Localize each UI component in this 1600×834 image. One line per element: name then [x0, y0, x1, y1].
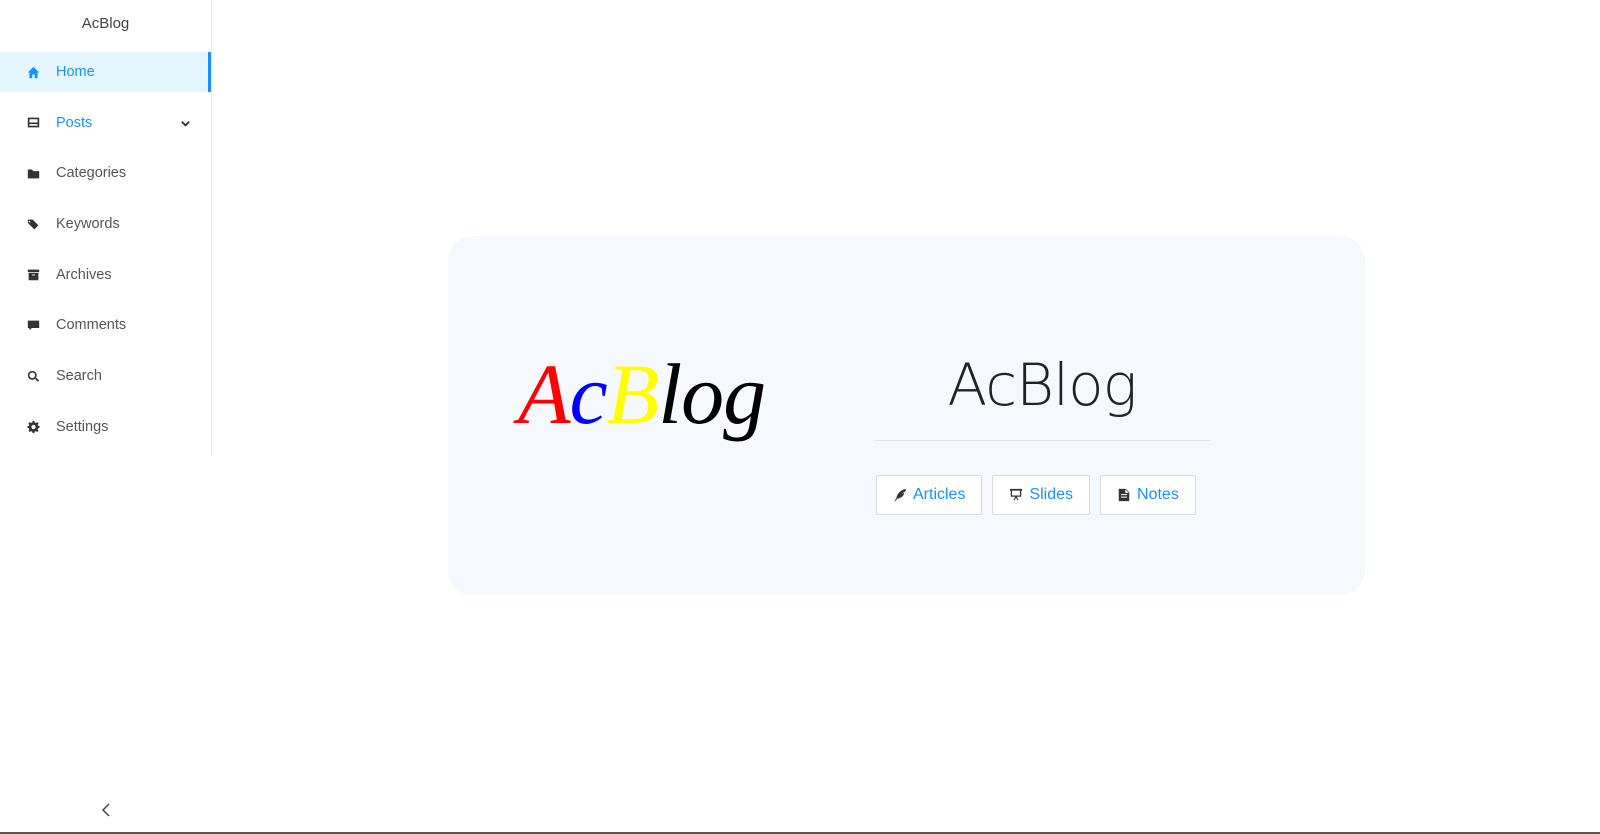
notes-button[interactable]: Notes	[1100, 475, 1196, 515]
sidebar: AcBlog Home Posts Categories Keywords Ar…	[0, 0, 212, 456]
sidebar-item-label: Home	[56, 64, 95, 80]
logo-letter-b: B	[606, 346, 660, 442]
app-root: AcBlog Home Posts Categories Keywords Ar…	[0, 0, 1600, 834]
sidebar-item-settings[interactable]: Settings	[0, 407, 211, 447]
hero-title: AcBlog	[947, 350, 1138, 419]
slides-button[interactable]: Slides	[992, 475, 1091, 515]
sidebar-brand[interactable]: AcBlog	[0, 0, 211, 52]
sidebar-item-keywords[interactable]: Keywords	[0, 204, 211, 244]
sidebar-item-label: Keywords	[56, 216, 120, 233]
feather-icon	[893, 488, 907, 502]
sidebar-item-home[interactable]: Home	[0, 52, 211, 92]
tags-icon	[26, 217, 40, 231]
sidebar-item-comments[interactable]: Comments	[0, 305, 211, 345]
sidebar-item-posts[interactable]: Posts	[0, 103, 211, 143]
sidebar-item-label: Comments	[56, 317, 127, 334]
sidebar-item-label: Settings	[56, 418, 109, 435]
chevron-left-icon	[101, 803, 110, 817]
notes-button-label: Notes	[1137, 486, 1179, 503]
sidebar-item-label: Archives	[56, 266, 112, 283]
sidebar-item-label: Search	[56, 368, 102, 385]
presentation-icon	[1009, 488, 1023, 502]
sidebar-collapse-button[interactable]	[96, 800, 116, 820]
logo-letters-log: log	[658, 346, 766, 442]
home-icon	[26, 65, 40, 79]
sidebar-menu: Home Posts Categories Keywords Archives …	[0, 52, 211, 447]
hero-actions: Articles Slides Notes	[876, 475, 1196, 515]
logo-letter-c: c	[569, 346, 608, 442]
file-text-icon	[1117, 488, 1131, 502]
comment-icon	[26, 318, 40, 332]
gear-icon	[26, 420, 40, 434]
inbox-icon	[26, 116, 40, 130]
logo-letter-a: A	[518, 346, 571, 442]
chevron-down-icon[interactable]	[180, 117, 191, 128]
sidebar-item-archives[interactable]: Archives	[0, 255, 211, 295]
folder-icon	[26, 166, 40, 180]
acblog-logo: AcBlog	[518, 351, 766, 437]
sidebar-item-label: Categories	[56, 165, 127, 182]
archive-icon	[26, 268, 40, 282]
slides-button-label: Slides	[1029, 486, 1074, 503]
sidebar-item-search[interactable]: Search	[0, 356, 211, 396]
hero-divider	[874, 440, 1210, 441]
articles-button[interactable]: Articles	[876, 475, 983, 515]
search-icon	[26, 369, 40, 383]
sidebar-item-categories[interactable]: Categories	[0, 153, 211, 193]
articles-button-label: Articles	[913, 486, 966, 503]
sidebar-item-label: Posts	[56, 114, 93, 131]
hero-card: AcBlog AcBlog Articles Slides Notes	[448, 236, 1365, 595]
